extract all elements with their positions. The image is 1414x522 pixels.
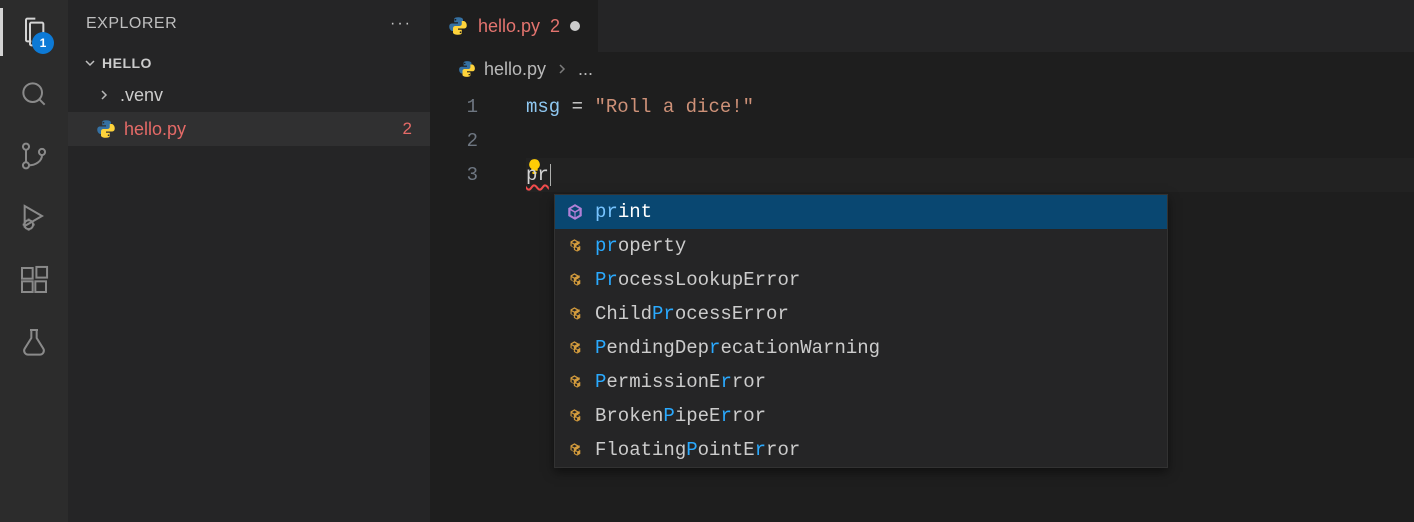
tree-item-file[interactable]: hello.py 2: [68, 112, 430, 146]
class-icon: [565, 271, 585, 289]
suggest-item[interactable]: PendingDeprecationWarning: [555, 331, 1167, 365]
suggest-item[interactable]: ChildProcessError: [555, 297, 1167, 331]
suggest-item[interactable]: property: [555, 229, 1167, 263]
breadcrumb[interactable]: hello.py ...: [430, 52, 1414, 86]
activity-testing[interactable]: [10, 318, 58, 366]
suggest-item-label: BrokenPipeError: [595, 399, 766, 433]
suggest-item-label: PendingDeprecationWarning: [595, 331, 880, 365]
activity-extensions[interactable]: [10, 256, 58, 304]
code-line[interactable]: pr: [526, 158, 1414, 192]
activity-run-debug[interactable]: [10, 194, 58, 242]
python-file-icon: [448, 16, 468, 36]
suggest-item-label: print: [595, 195, 652, 229]
chevron-right-icon: [96, 87, 112, 103]
code-lines[interactable]: msg = "Roll a dice!" pr: [430, 86, 1414, 192]
tree-item-folder[interactable]: .venv: [68, 78, 430, 112]
code-editor[interactable]: 1 2 3 msg = "Roll a dice!" pr printprope…: [430, 86, 1414, 522]
chevron-down-icon: [82, 55, 98, 71]
editor-tab[interactable]: hello.py 2: [430, 0, 598, 52]
explorer-badge: 1: [32, 32, 54, 54]
method-icon: [565, 203, 585, 221]
sidebar-more-icon[interactable]: ···: [390, 15, 412, 33]
folder-header[interactable]: HELLO: [68, 48, 430, 78]
typed-text: pr: [526, 164, 551, 186]
line-gutter: 1 2 3: [430, 86, 502, 522]
tab-problem-count: 2: [550, 16, 560, 37]
intellisense-suggest[interactable]: printpropertyProcessLookupErrorChildProc…: [554, 194, 1168, 468]
suggest-item-label: ProcessLookupError: [595, 263, 800, 297]
suggest-item[interactable]: ProcessLookupError: [555, 263, 1167, 297]
suggest-item-label: PermissionError: [595, 365, 766, 399]
activity-source-control[interactable]: [10, 132, 58, 180]
python-file-icon: [458, 60, 476, 78]
python-file-icon: [96, 119, 116, 139]
sidebar-header: EXPLORER ···: [68, 0, 430, 48]
explorer-sidebar: EXPLORER ··· HELLO .venv hello.py 2: [68, 0, 430, 522]
tree-item-problem-count: 2: [403, 119, 412, 139]
activity-search[interactable]: [10, 70, 58, 118]
breadcrumb-rest: ...: [578, 59, 593, 80]
activity-bar: 1: [0, 0, 68, 522]
code-line[interactable]: [526, 124, 1414, 158]
tab-bar: hello.py 2: [430, 0, 1414, 52]
class-icon: [565, 441, 585, 459]
breadcrumb-file: hello.py: [484, 59, 546, 80]
activity-explorer[interactable]: 1: [10, 8, 58, 56]
editor-area: hello.py 2 hello.py ... 1 2 3 msg = "Rol…: [430, 0, 1414, 522]
class-icon: [565, 407, 585, 425]
class-icon: [565, 305, 585, 323]
chevron-right-icon: [554, 61, 570, 77]
tree-item-label: .venv: [120, 85, 163, 106]
class-icon: [565, 339, 585, 357]
class-icon: [565, 373, 585, 391]
sidebar-title: EXPLORER: [86, 15, 177, 33]
folder-name: HELLO: [102, 55, 152, 71]
suggest-item-label: property: [595, 229, 686, 263]
tab-label: hello.py: [478, 16, 540, 37]
code-line[interactable]: msg = "Roll a dice!": [526, 90, 1414, 124]
suggest-item[interactable]: BrokenPipeError: [555, 399, 1167, 433]
class-icon: [565, 237, 585, 255]
tree-item-label: hello.py: [124, 119, 186, 140]
suggest-item[interactable]: PermissionError: [555, 365, 1167, 399]
tab-dirty-icon: [570, 21, 580, 31]
suggest-item[interactable]: FloatingPointError: [555, 433, 1167, 467]
suggest-item-label: FloatingPointError: [595, 433, 800, 467]
suggest-item-label: ChildProcessError: [595, 297, 789, 331]
suggest-item[interactable]: print: [555, 195, 1167, 229]
